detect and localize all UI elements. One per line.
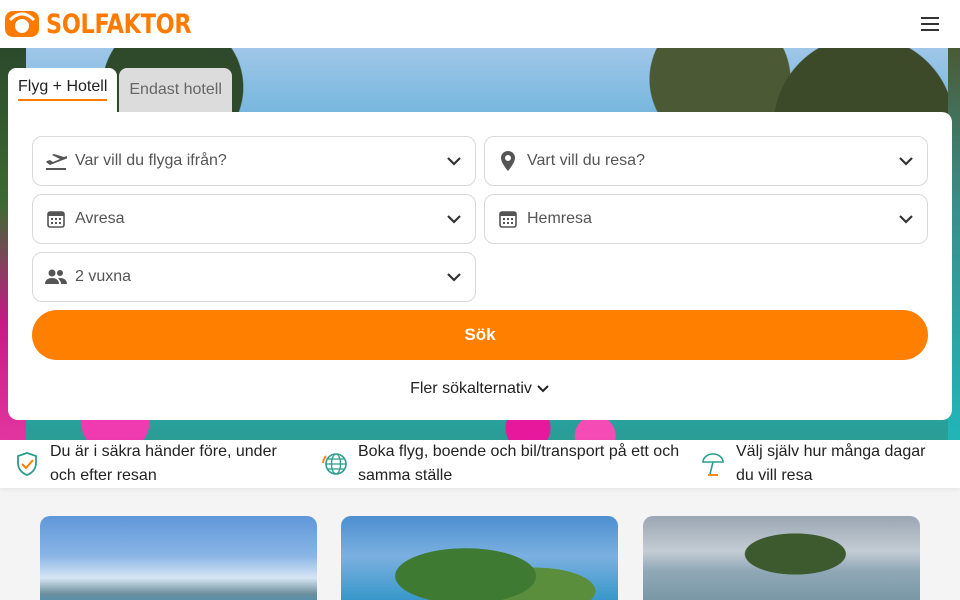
- brand-logo[interactable]: SOLFAKTOR: [4, 9, 204, 40]
- chevron-down-icon: [447, 273, 461, 282]
- destination-card[interactable]: [643, 516, 920, 600]
- destination-placeholder: Vart vill du resa?: [527, 152, 645, 169]
- shield-check-icon: [17, 452, 37, 476]
- return-date-select[interactable]: Hemresa: [484, 194, 928, 244]
- tab-hotel-only-label: Endast hotell: [129, 81, 222, 98]
- search-tabs: Flyg + Hotell Endast hotell: [8, 68, 232, 114]
- plane-departure-icon: [45, 150, 67, 172]
- usp-strip: Du är i säkra händer före, under och eft…: [0, 440, 960, 488]
- sun-logo-icon: [5, 11, 39, 37]
- people-icon: [45, 266, 67, 288]
- usp-item-booking: Boka flyg, boende och bil/transport på e…: [322, 440, 684, 488]
- brand-name: SOLFAKTOR: [46, 8, 192, 40]
- calendar-icon: [45, 208, 67, 230]
- departure-date-placeholder: Avresa: [75, 210, 125, 227]
- travelers-select[interactable]: 2 vuxna: [32, 252, 476, 302]
- travelers-value: 2 vuxna: [75, 268, 132, 285]
- departure-date-select[interactable]: Avresa: [32, 194, 476, 244]
- usp-item-safety: Du är i säkra händer före, under och eft…: [14, 440, 304, 488]
- search-button[interactable]: Sök: [32, 310, 928, 360]
- tab-flight-hotel-label: Flyg + Hotell: [18, 78, 108, 101]
- map-pin-icon: [497, 150, 519, 172]
- tab-flight-hotel[interactable]: Flyg + Hotell: [8, 68, 118, 114]
- usp-item-duration: Välj själv hur många dagar du vill resa: [700, 440, 946, 488]
- departure-airport-select[interactable]: Var vill du flyga ifrån?: [32, 136, 476, 186]
- tab-hotel-only[interactable]: Endast hotell: [119, 68, 232, 112]
- departure-airport-placeholder: Var vill du flyga ifrån?: [75, 152, 227, 169]
- return-date-placeholder: Hemresa: [527, 210, 592, 227]
- destination-card[interactable]: [40, 516, 317, 600]
- usp-booking-text: Boka flyg, boende och bil/transport på e…: [358, 443, 680, 484]
- chevron-down-icon: [899, 157, 913, 166]
- chevron-down-icon: [899, 215, 913, 224]
- destination-select[interactable]: Vart vill du resa?: [484, 136, 928, 186]
- usp-safety-text: Du är i säkra händer före, under och eft…: [50, 443, 277, 484]
- beach-umbrella-icon: [702, 453, 724, 476]
- globe-icon: [322, 453, 347, 475]
- calendar-icon: [497, 208, 519, 230]
- search-card: Var vill du flyga ifrån? Vart vill du re…: [8, 112, 952, 420]
- chevron-down-icon: [447, 157, 461, 166]
- hamburger-menu-icon[interactable]: [918, 12, 942, 36]
- chevron-down-icon: [447, 215, 461, 224]
- usp-duration-text: Välj själv hur många dagar du vill resa: [736, 443, 926, 484]
- site-header: SOLFAKTOR: [0, 0, 960, 48]
- more-search-options-link[interactable]: Fler sökalternativ: [8, 380, 952, 398]
- more-search-options-label: Fler sökalternativ: [410, 380, 532, 397]
- destination-card[interactable]: [341, 516, 618, 600]
- chevron-down-icon: [537, 385, 549, 393]
